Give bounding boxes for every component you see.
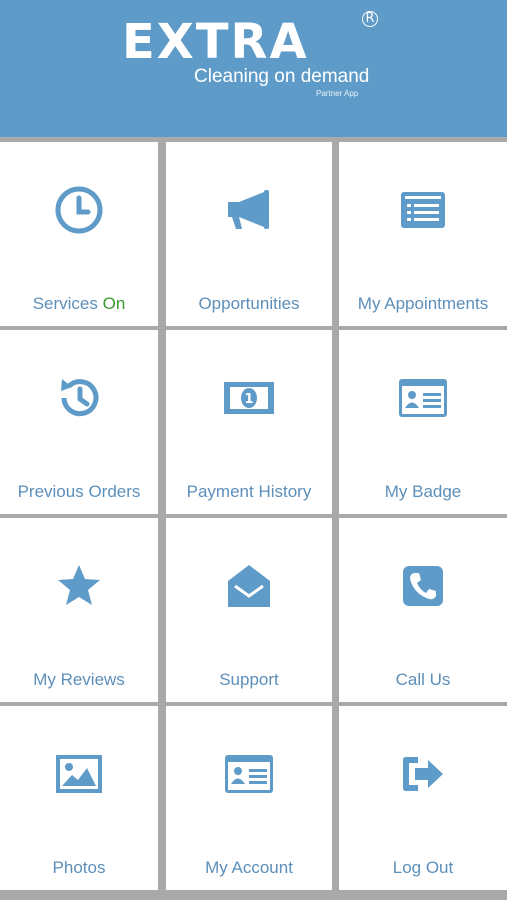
tile-my-badge[interactable]: My Badge: [339, 330, 507, 514]
tile-support[interactable]: Support: [166, 518, 332, 702]
tile-label: Services On: [32, 294, 126, 313]
tile-log-out[interactable]: Log Out: [339, 706, 507, 890]
tile-my-reviews[interactable]: My Reviews: [0, 518, 158, 702]
registered-mark-icon: R: [362, 11, 378, 27]
id-card-icon: [223, 748, 275, 800]
svg-text:1: 1: [244, 392, 253, 407]
sign-out-icon: [397, 748, 449, 800]
tile-opportunities[interactable]: Opportunities: [166, 142, 332, 326]
envelope-open-icon: [223, 560, 275, 612]
tile-label: My Appointments: [357, 294, 489, 313]
tile-my-account[interactable]: My Account: [166, 706, 332, 890]
services-status: On: [102, 294, 126, 313]
tagline: Cleaning on demand: [194, 66, 370, 87]
app-subtitle: Partner App: [316, 89, 359, 98]
tile-label: Payment History: [186, 482, 312, 501]
tile-label: My Reviews: [33, 670, 125, 689]
tile-label: Photos: [52, 858, 106, 877]
money-bill-icon: 1: [223, 372, 275, 424]
id-card-icon: [397, 372, 449, 424]
history-icon: [53, 372, 105, 424]
tile-label: My Account: [205, 858, 293, 877]
tile-label: Log Out: [392, 858, 454, 877]
tile-my-appointments[interactable]: My Appointments: [339, 142, 507, 326]
tile-label: Support: [219, 670, 279, 689]
tile-label: Previous Orders: [17, 482, 141, 501]
tile-label: Opportunities: [198, 294, 300, 313]
logo-text: EXTRA: [122, 14, 309, 70]
megaphone-icon: [223, 184, 275, 236]
tile-previous-orders[interactable]: Previous Orders: [0, 330, 158, 514]
clock-icon: [53, 184, 105, 236]
tile-payment-history[interactable]: 1 Payment History: [166, 330, 332, 514]
tile-services[interactable]: Services On: [0, 142, 158, 326]
tile-call-us[interactable]: Call Us: [339, 518, 507, 702]
list-icon: [397, 184, 449, 236]
app-header: EXTRA R Cleaning on demand Partner App: [0, 0, 507, 137]
star-icon: [53, 560, 105, 612]
phone-icon: [397, 560, 449, 612]
tile-label: My Badge: [384, 482, 462, 501]
image-icon: [53, 748, 105, 800]
tile-photos[interactable]: Photos: [0, 706, 158, 890]
tile-label: Call Us: [395, 670, 451, 689]
